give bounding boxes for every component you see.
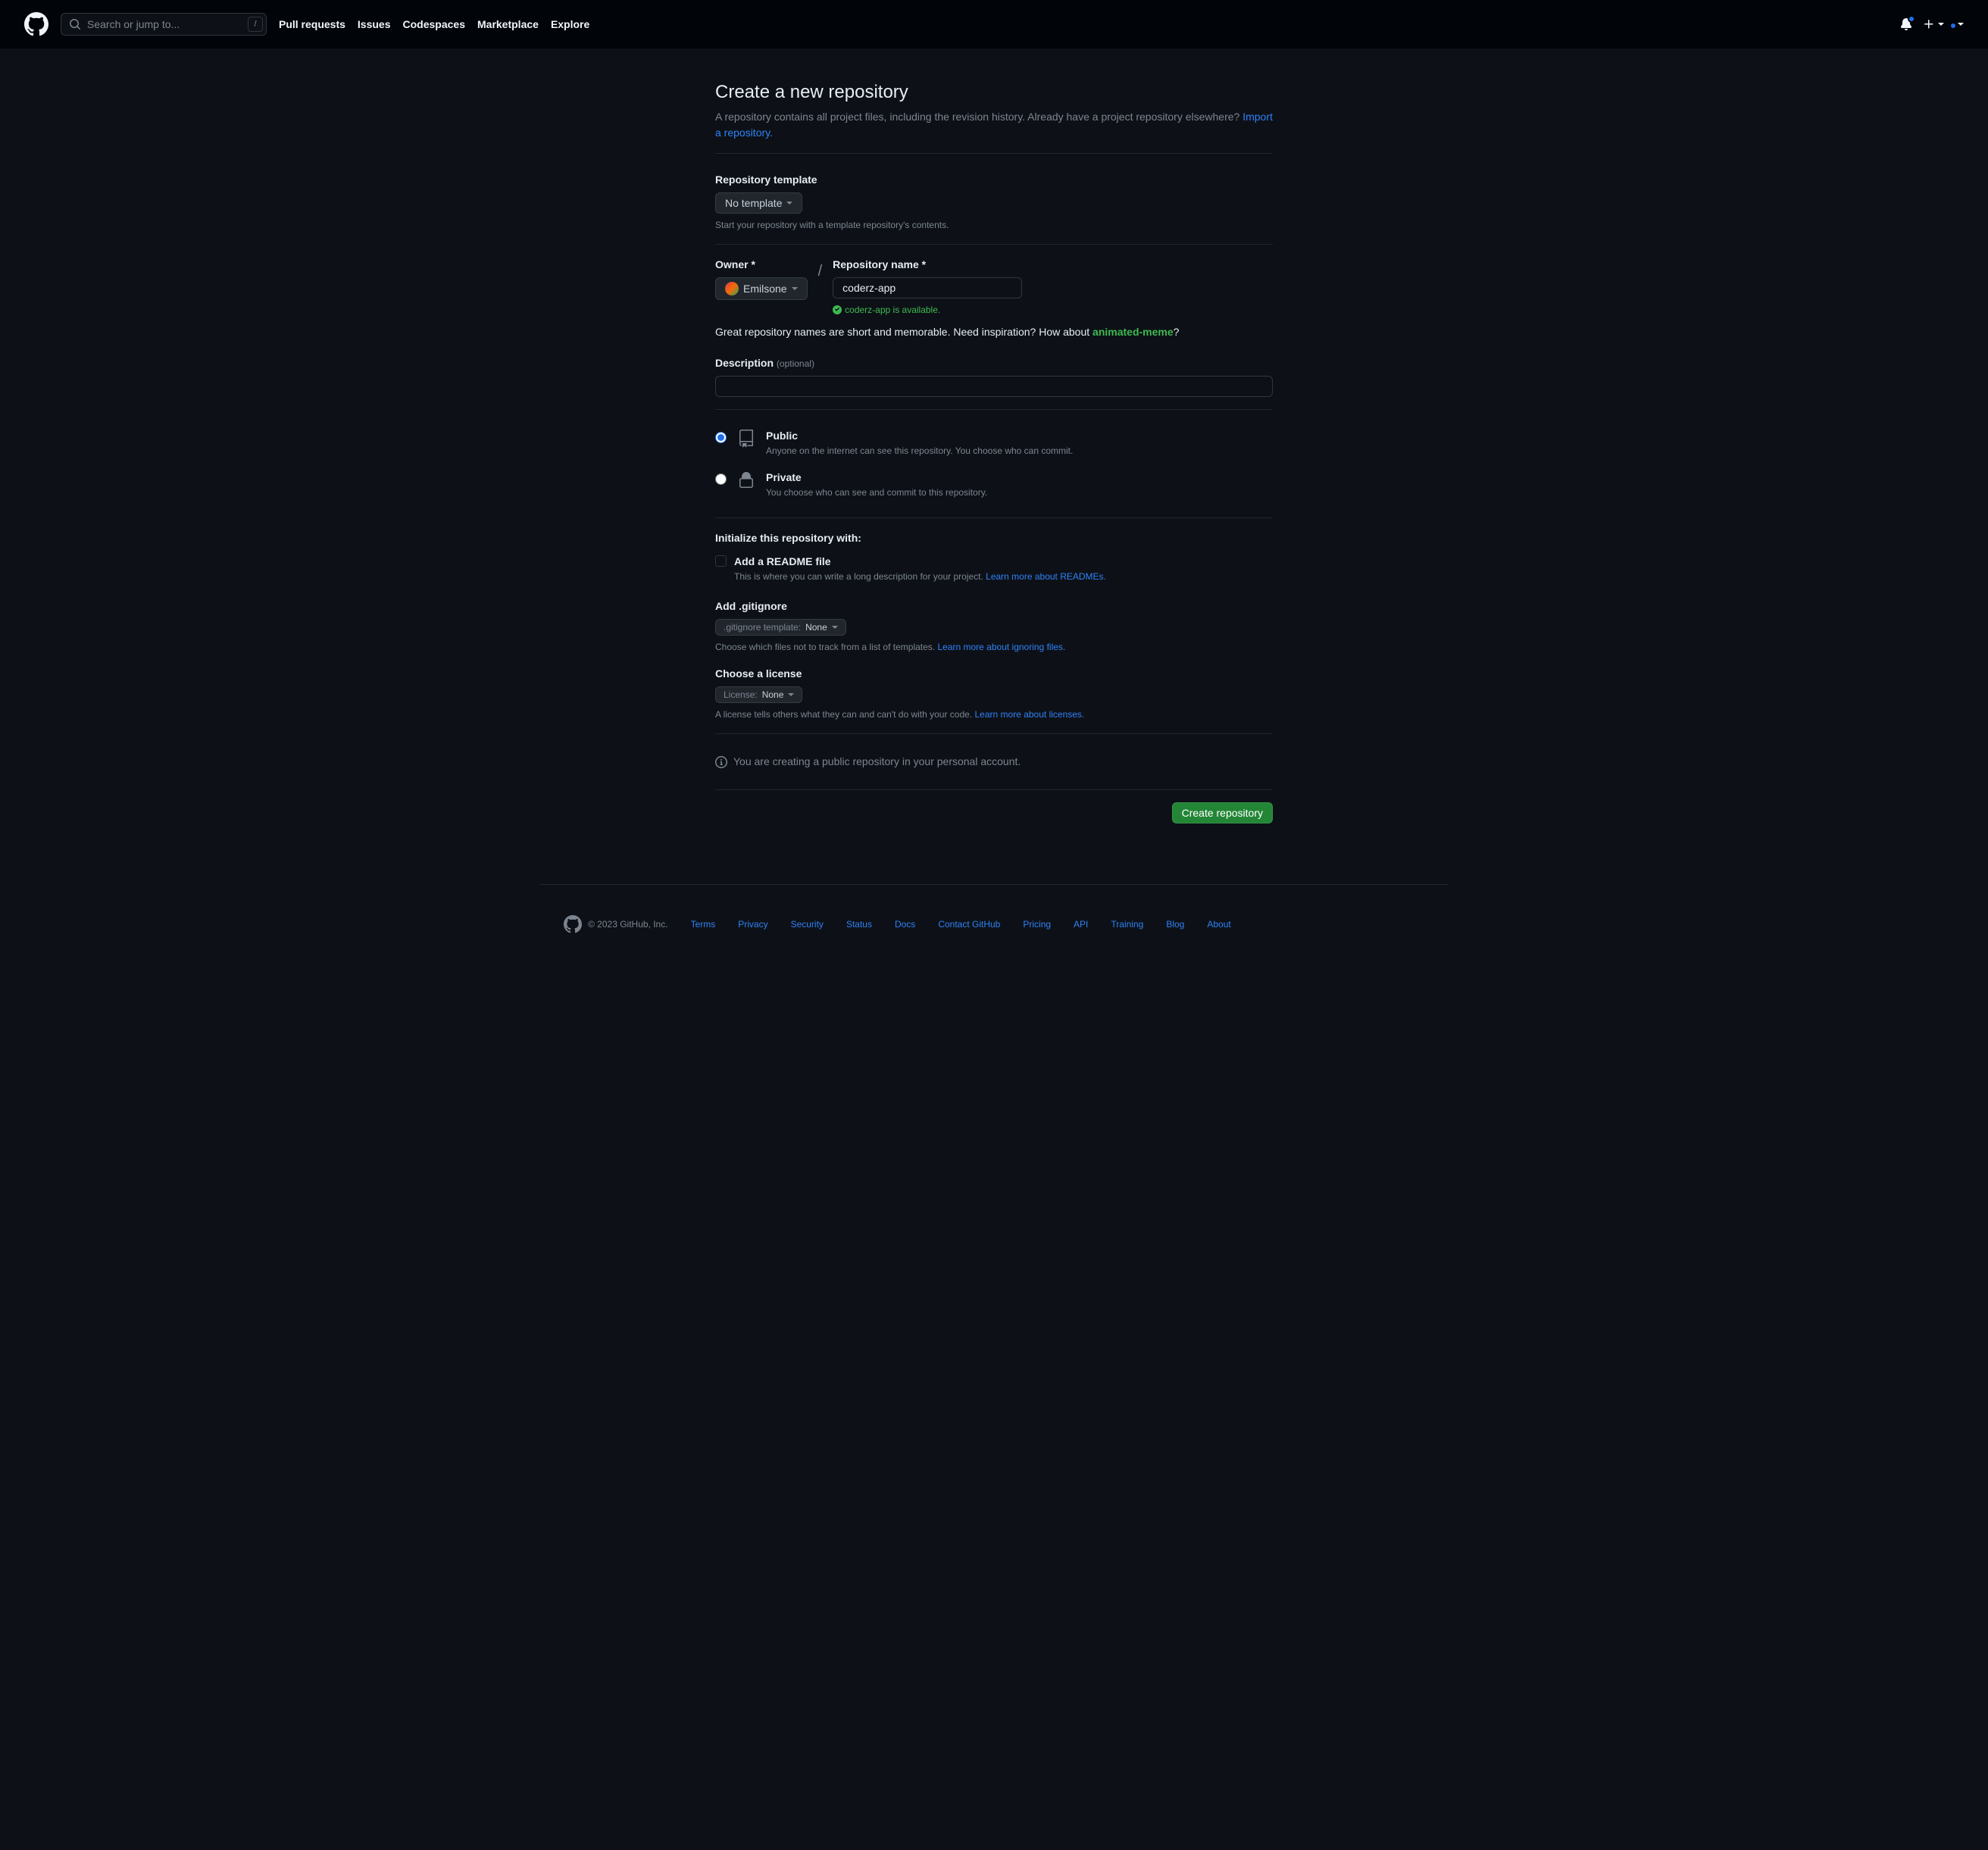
name-suggestion: Great repository names are short and mem… <box>715 324 1273 340</box>
info-banner: You are creating a public repository in … <box>715 746 1273 777</box>
visibility-private-body: Private You choose who can see and commi… <box>766 470 987 499</box>
main-content: Create a new repository A repository con… <box>703 79 1285 823</box>
template-hint: Start your repository with a template re… <box>715 218 1273 232</box>
footer-link-privacy[interactable]: Privacy <box>738 917 767 931</box>
check-circle-icon <box>833 305 842 314</box>
gitignore-learn-link[interactable]: Learn more about ignoring files. <box>937 642 1065 652</box>
header-right <box>1900 18 1964 30</box>
page-subtitle: A repository contains all project files,… <box>715 109 1273 141</box>
repo-name-label: Repository name * <box>833 257 1022 273</box>
visibility-public-row: Public Anyone on the internet can see th… <box>715 422 1273 464</box>
initialize-heading: Initialize this repository with: <box>715 530 1273 546</box>
gitignore-hint: Choose which files not to track from a l… <box>715 640 1273 654</box>
notification-dot <box>1908 15 1915 23</box>
create-menu-button[interactable] <box>1923 18 1944 30</box>
owner-name-row: Owner * Emilsone / Repository name * cod… <box>715 257 1273 317</box>
footer-link-about[interactable]: About <box>1207 917 1230 931</box>
gitignore-select[interactable]: .gitignore template: None <box>715 619 846 636</box>
footer-link-terms[interactable]: Terms <box>691 917 716 931</box>
repo-name-field: Repository name * coderz-app is availabl… <box>833 257 1022 317</box>
caret-down-icon <box>786 202 792 205</box>
gitignore-label: Add .gitignore <box>715 598 1273 614</box>
footer-link-blog[interactable]: Blog <box>1166 917 1184 931</box>
license-field: Choose a license License: None A license… <box>715 666 1273 721</box>
footer-link-api[interactable]: API <box>1074 917 1088 931</box>
form-actions: Create repository <box>715 802 1273 823</box>
license-label: Choose a license <box>715 666 1273 682</box>
caret-down-icon <box>788 693 794 696</box>
footer-link-status[interactable]: Status <box>846 917 872 931</box>
license-select[interactable]: License: None <box>715 686 802 703</box>
nav-issues[interactable]: Issues <box>358 17 391 33</box>
caret-down-icon <box>1958 23 1964 26</box>
description-input[interactable] <box>715 376 1273 397</box>
notifications-button[interactable] <box>1900 18 1912 30</box>
lock-icon <box>737 471 755 489</box>
create-repository-button[interactable]: Create repository <box>1172 802 1273 823</box>
footer-links: Terms Privacy Security Status Docs Conta… <box>691 917 1231 931</box>
caret-down-icon <box>832 626 838 629</box>
user-menu-button[interactable] <box>1955 23 1964 26</box>
initialize-section: Initialize this repository with: Add a R… <box>715 530 1273 586</box>
plus-icon <box>1923 18 1935 30</box>
owner-avatar <box>725 282 739 295</box>
page-title: Create a new repository <box>715 79 1273 106</box>
visibility-public-desc: Anyone on the internet can see this repo… <box>766 444 1073 458</box>
footer-link-pricing[interactable]: Pricing <box>1023 917 1051 931</box>
github-logo-icon <box>564 915 582 933</box>
avatar-status-dot <box>1949 22 1957 30</box>
repo-icon <box>737 430 755 448</box>
visibility-private-radio[interactable] <box>715 473 727 485</box>
license-learn-link[interactable]: Learn more about licenses. <box>975 709 1085 720</box>
nav-marketplace[interactable]: Marketplace <box>477 17 539 33</box>
search-icon <box>69 18 81 30</box>
footer-link-docs[interactable]: Docs <box>895 917 915 931</box>
slash-separator: / <box>818 260 823 283</box>
readme-title: Add a README file <box>734 554 1106 570</box>
owner-field: Owner * Emilsone <box>715 257 808 300</box>
visibility-private-title: Private <box>766 470 987 486</box>
caret-down-icon <box>1938 23 1944 26</box>
suggested-name-link[interactable]: animated-meme <box>1092 326 1174 338</box>
github-logo-icon <box>24 12 48 36</box>
owner-select[interactable]: Emilsone <box>715 277 808 300</box>
visibility-public-title: Public <box>766 428 1073 444</box>
template-field: Repository template No template Start yo… <box>715 172 1273 232</box>
nav-pull-requests[interactable]: Pull requests <box>279 17 345 33</box>
template-select[interactable]: No template <box>715 192 802 214</box>
gitignore-field: Add .gitignore .gitignore template: None… <box>715 598 1273 654</box>
visibility-private-desc: You choose who can see and commit to thi… <box>766 486 987 499</box>
readme-row: Add a README file This is where you can … <box>715 551 1273 586</box>
nav-explore[interactable]: Explore <box>551 17 589 33</box>
readme-desc: This is where you can write a long descr… <box>734 570 1106 583</box>
main-nav: Pull requests Issues Codespaces Marketpl… <box>279 17 589 33</box>
footer: © 2023 GitHub, Inc. Terms Privacy Securi… <box>539 884 1449 964</box>
owner-label: Owner * <box>715 257 808 273</box>
caret-down-icon <box>792 287 798 290</box>
footer-link-security[interactable]: Security <box>791 917 824 931</box>
nav-codespaces[interactable]: Codespaces <box>403 17 465 33</box>
readme-learn-link[interactable]: Learn more about READMEs. <box>986 571 1106 582</box>
repo-name-available: coderz-app is available. <box>833 303 1022 317</box>
footer-copyright: © 2023 GitHub, Inc. <box>564 915 668 933</box>
info-icon <box>715 756 727 768</box>
repo-name-input[interactable] <box>833 277 1022 298</box>
visibility-private-row: Private You choose who can see and commi… <box>715 464 1273 505</box>
global-header: / Pull requests Issues Codespaces Market… <box>0 0 1988 48</box>
github-logo-link[interactable] <box>24 12 48 36</box>
description-field: Description (optional) <box>715 355 1273 397</box>
license-hint: A license tells others what they can and… <box>715 708 1273 721</box>
description-label: Description (optional) <box>715 355 1273 371</box>
footer-link-contact[interactable]: Contact GitHub <box>938 917 1000 931</box>
visibility-public-body: Public Anyone on the internet can see th… <box>766 428 1073 458</box>
visibility-public-radio[interactable] <box>715 432 727 443</box>
search-bar[interactable]: / <box>61 13 267 36</box>
search-input[interactable] <box>81 14 248 34</box>
search-shortcut-key: / <box>248 17 263 32</box>
footer-link-training[interactable]: Training <box>1111 917 1143 931</box>
template-label: Repository template <box>715 172 1273 188</box>
readme-checkbox[interactable] <box>715 555 727 567</box>
